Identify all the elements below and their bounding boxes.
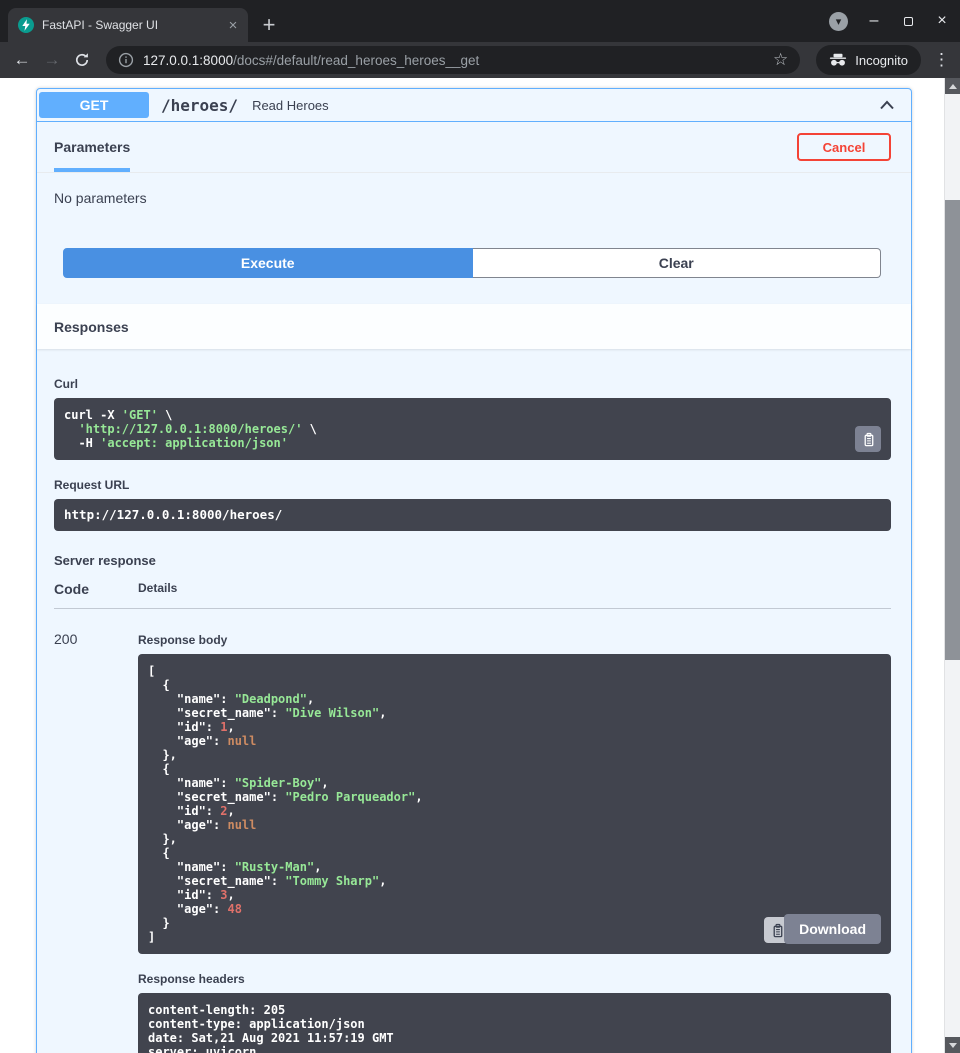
request-url-block: http://127.0.0.1:8000/heroes/ [54,499,891,531]
copy-curl-button[interactable] [855,426,881,452]
bookmark-star-icon[interactable]: ☆ [773,50,788,70]
browser-toolbar: ← → 127.0.0.1:8000/docs#/default/read_he… [0,42,960,78]
responses-inner: Curl curl -X 'GET' \ 'http://127.0.0.1:8… [37,349,911,1053]
response-body-json: [ { "name": "Deadpond", "secret_name": "… [148,664,881,944]
url-path: /docs#/default/read_heroes_heroes__get [233,53,479,68]
server-response-label: Server response [54,553,891,568]
curl-command-text: curl -X 'GET' \ 'http://127.0.0.1:8000/h… [64,408,881,450]
fastapi-favicon-icon [18,17,34,33]
response-body-block: [ { "name": "Deadpond", "secret_name": "… [138,654,891,954]
url-host: 127.0.0.1:8000 [143,53,233,68]
browser-tab[interactable]: FastAPI - Swagger UI × [8,8,248,42]
scroll-down-button[interactable] [945,1037,960,1053]
method-badge: GET [39,92,149,118]
incognito-label: Incognito [855,53,908,68]
responses-header: Responses [37,304,911,349]
details-column-header: Details [138,581,177,597]
scrollbar-thumb[interactable] [945,200,960,660]
server-response-table: Code Details 200 Response body [ { "name… [54,575,891,1053]
status-code: 200 [54,631,138,1053]
request-url-label: Request URL [54,478,891,492]
opblock-summary[interactable]: GET /heroes/ Read Heroes [37,89,911,122]
opblock-get-heroes: GET /heroes/ Read Heroes Parameters Canc… [36,88,912,1053]
forward-button[interactable]: → [40,48,64,72]
curl-command-block: curl -X 'GET' \ 'http://127.0.0.1:8000/h… [54,398,891,460]
clear-button[interactable]: Clear [473,248,882,278]
incognito-badge: Incognito [816,45,921,75]
maximize-icon [904,17,913,26]
address-bar[interactable]: 127.0.0.1:8000/docs#/default/read_heroes… [106,46,800,74]
tab-title: FastAPI - Swagger UI [42,18,216,32]
swagger-content: GET /heroes/ Read Heroes Parameters Canc… [0,78,944,1053]
browser-menu-button[interactable]: ⋮ [933,50,950,70]
response-headers-block: content-length: 205content-type: applica… [138,993,891,1053]
maximize-button[interactable] [900,12,916,30]
response-headers-text: content-length: 205content-type: applica… [148,1003,881,1053]
collapse-chevron-icon[interactable] [879,100,895,110]
response-headers-label: Response headers [138,972,891,986]
execute-row: Execute Clear [37,248,911,304]
tab-close-icon[interactable]: × [224,18,242,33]
download-button[interactable]: Download [784,914,881,944]
responses-heading: Responses [54,319,129,335]
reload-button[interactable] [70,48,94,72]
parameters-body: No parameters [37,173,911,248]
tab-search-button[interactable]: ▾ [829,12,848,31]
scroll-up-button[interactable] [945,78,960,94]
endpoint-summary: Read Heroes [252,98,329,113]
scroll-down-icon [949,1043,957,1048]
endpoint-path: /heroes/ [161,96,238,115]
url-text: 127.0.0.1:8000/docs#/default/read_heroes… [143,53,764,68]
code-column-header: Code [54,581,138,597]
parameters-title: Parameters [54,139,130,155]
page-scrollbar-track[interactable] [944,78,960,1053]
response-body-label: Response body [138,633,891,647]
tab-strip: FastAPI - Swagger UI × + ▾ – × [0,0,960,42]
window-controls: ▾ – × [829,0,950,42]
execute-button[interactable]: Execute [63,248,473,278]
no-parameters-text: No parameters [54,190,147,206]
parameters-tab: Parameters [54,122,130,172]
back-button[interactable]: ← [10,48,34,72]
response-table-header: Code Details [54,575,891,609]
scroll-up-icon [949,84,957,89]
response-row-200: 200 Response body [ { "name": "Deadpond"… [54,609,891,1053]
new-tab-button[interactable]: + [254,10,284,40]
parameters-header: Parameters Cancel [37,122,911,173]
curl-label: Curl [54,377,891,391]
cancel-button[interactable]: Cancel [797,133,891,161]
site-info-icon[interactable] [118,52,134,68]
page: GET /heroes/ Read Heroes Parameters Canc… [0,78,960,1053]
request-url-value: http://127.0.0.1:8000/heroes/ [64,508,881,522]
incognito-icon [829,53,847,67]
close-window-button[interactable]: × [934,12,950,30]
minimize-button[interactable]: – [866,12,882,30]
